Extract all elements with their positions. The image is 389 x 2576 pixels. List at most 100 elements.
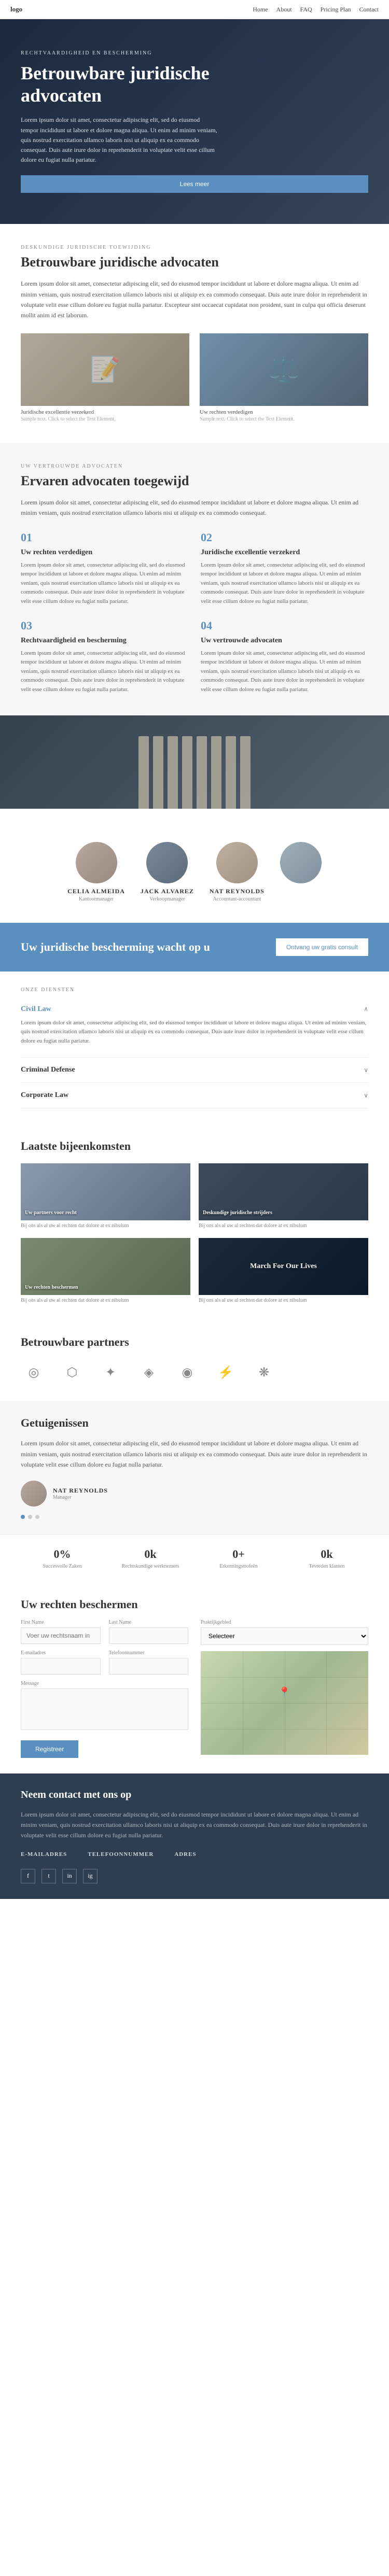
event-overlay-3: Uw rechten beschermen — [25, 1284, 186, 1291]
hero-title: Betrouwbare juridische advocaten — [21, 62, 239, 107]
event-img-3: Uw rechten beschermen — [21, 1238, 190, 1295]
courthouse-banner — [0, 715, 389, 809]
hero-description: Lorem ipsum dolor sit amet, consectetur … — [21, 115, 218, 165]
service-corporate-header[interactable]: Corporate Law ∨ — [21, 1091, 368, 1100]
firstname-input[interactable] — [21, 1627, 101, 1644]
service-criminal: Criminal Defense ∨ — [21, 1058, 368, 1083]
phone-input[interactable] — [109, 1658, 189, 1674]
partners-section: Betrouwbare partners ◎ ⬡ ✦ ◈ ◉ ⚡ ❋ — [0, 1320, 389, 1401]
message-label: Message — [21, 1681, 188, 1686]
phone-label: Telefoonnummer — [109, 1650, 189, 1656]
testimonials-section: Getuigenissen Lorem ipsum dolor sit amet… — [0, 1401, 389, 1534]
team-name-nat: NAT REYNOLDS — [210, 888, 265, 895]
cta-banner: Uw juridische bescherming wacht op u Ont… — [0, 923, 389, 972]
team-grid: CELIA ALMEIDA Kantoormanager JACK ALVARE… — [21, 842, 368, 902]
social-linkedin-icon[interactable]: in — [62, 1869, 77, 1883]
adv-title-4: Uw vertrouwde advocaten — [201, 637, 368, 645]
service-civil-header[interactable]: Civil Law ∧ — [21, 1005, 368, 1013]
adv-item-1: 01 Uw rechten verdedigen Lorem ipsum dol… — [21, 531, 188, 607]
chevron-civil-icon: ∧ — [364, 1005, 368, 1013]
social-twitter-icon[interactable]: t — [41, 1869, 56, 1883]
partner-icon-3: ✦ — [105, 1365, 116, 1380]
adv-text-3: Lorem ipsum dolor sit amet, consectetur … — [21, 649, 188, 695]
image1-caption: Juridische excellentie verzekerd — [21, 409, 189, 415]
contact-detail-phone: Telefoonnummer — [88, 1851, 154, 1861]
contact-info-section: Neem contact met ons op Lorem ipsum dolo… — [0, 1773, 389, 1899]
pillar-3 — [168, 736, 178, 809]
partner-logo-1: ◎ — [21, 1359, 47, 1385]
contact-detail-phone-label: Telefoonnummer — [88, 1851, 154, 1857]
advocates-section: UW VERTROUWDE ADVOCATEN Ervaren advocate… — [0, 443, 389, 715]
service-criminal-header[interactable]: Criminal Defense ∨ — [21, 1066, 368, 1074]
nav-link-home[interactable]: Home — [253, 6, 268, 13]
stat-1: 0% Succesvolle Zaken — [21, 1547, 104, 1570]
pillar-1 — [138, 736, 149, 809]
event-img-2: Deskundige juridische strijders — [199, 1163, 368, 1220]
email-input[interactable] — [21, 1658, 101, 1674]
image2-caption: Uw rechten verdedigen — [200, 409, 368, 415]
lastname-input[interactable] — [109, 1627, 189, 1644]
contact-details: E-mailadres Telefoonnummer Adres — [21, 1851, 368, 1861]
testimonial-dots — [21, 1515, 368, 1519]
map-grid-v3 — [326, 1651, 327, 1755]
dot-1[interactable] — [21, 1515, 25, 1519]
adv-text-2: Lorem ipsum dolor sit amet, consectetur … — [201, 561, 368, 607]
event-img-4: March For Our Lives — [199, 1238, 368, 1295]
contact-detail-email: E-mailadres — [21, 1851, 67, 1861]
email-label: E-mailadres — [21, 1650, 101, 1656]
stat-num-4: 0k — [285, 1547, 368, 1561]
trusted-description: Lorem ipsum dolor sit amet, consectetur … — [21, 278, 368, 321]
event-card-1: Uw partners voor recht Bij ons als al uw… — [21, 1163, 190, 1230]
image1-sample: Sample text. Click to select the Text El… — [21, 416, 189, 422]
dot-3[interactable] — [35, 1515, 39, 1519]
stat-4: 0k Tevreden klanten — [285, 1547, 368, 1570]
trusted-title: Betrouwbare juridische advocaten — [21, 255, 368, 270]
avatar-nat — [216, 842, 258, 883]
contact-detail-address-label: Adres — [174, 1851, 196, 1857]
events-grid: Uw partners voor recht Bij ons als al uw… — [21, 1163, 368, 1304]
form-row-email: E-mailadres Telefoonnummer — [21, 1650, 188, 1674]
event-desc-1: Bij ons als al uw al rechten dat dolore … — [21, 1222, 190, 1230]
event-card-3: Uw rechten beschermen Bij ons als al uw … — [21, 1238, 190, 1304]
stat-label-4: Tevreden klanten — [285, 1563, 368, 1570]
trusted-image-1: 📝 Juridische excellentie verzekerd Sampl… — [21, 333, 189, 422]
service-civil-body: Lorem ipsum dolor sit amet, consectetur … — [21, 1019, 368, 1049]
nav-link-about[interactable]: About — [276, 6, 292, 13]
test-name: NAT REYNOLDS — [53, 1487, 108, 1495]
nav-link-faq[interactable]: FAQ — [300, 6, 312, 13]
nav-logo: logo — [10, 5, 22, 13]
cta-title: Uw juridische bescherming wacht op u — [21, 940, 210, 954]
social-instagram-icon[interactable]: ig — [83, 1869, 98, 1883]
form-group-practice: Praktijkgebied Selecteer — [201, 1620, 368, 1645]
social-facebook-icon[interactable]: f — [21, 1869, 35, 1883]
practice-select[interactable]: Selecteer — [201, 1627, 368, 1645]
hero-cta-button[interactable]: Lees meer — [21, 175, 368, 193]
nav-link-pricing[interactable]: Pricing Plan — [321, 6, 351, 13]
stat-label-3: Erkenningstrofeën — [197, 1563, 280, 1570]
events-section: Laatste bijeenkomsten Uw partners voor r… — [0, 1124, 389, 1320]
stat-num-1: 0% — [21, 1547, 104, 1561]
nav-link-contact[interactable]: Contact — [359, 6, 379, 13]
nav-links: Home About FAQ Pricing Plan Contact — [253, 6, 379, 13]
adv-item-4: 04 Uw vertrouwde advocaten Lorem ipsum d… — [201, 619, 368, 695]
firstname-label: First Name — [21, 1620, 101, 1625]
form-fields: First Name Last Name E-mailadres Telefoo… — [21, 1620, 188, 1758]
dot-2[interactable] — [28, 1515, 32, 1519]
trusted-section: DESKUNDIGE JURIDISCHE TOEWIJDING Betrouw… — [0, 224, 389, 443]
form-submit-button[interactable]: Registreer — [21, 1740, 78, 1758]
stat-2: 0k Rechtskundige werknemers — [109, 1547, 192, 1570]
message-textarea[interactable] — [21, 1688, 188, 1730]
adv-num-3: 03 — [21, 619, 188, 632]
contact-form-layout: First Name Last Name E-mailadres Telefoo… — [21, 1620, 368, 1758]
cta-button[interactable]: Ontvang uw gratis consult — [276, 938, 368, 956]
event-card-4: March For Our Lives Bij ons als al uw al… — [199, 1238, 368, 1304]
team-role-jack: Verkoopmanager — [141, 896, 194, 902]
event-card-2: Deskundige juridische strijders Bij ons … — [199, 1163, 368, 1230]
social-icons: f t in ig — [21, 1869, 368, 1883]
stat-3: 0+ Erkenningstrofeën — [197, 1547, 280, 1570]
services-eyebrow: ONZE DIENSTEN — [21, 987, 368, 993]
services-section: ONZE DIENSTEN Civil Law ∧ Lorem ipsum do… — [0, 972, 389, 1124]
team-section: CELIA ALMEIDA Kantoormanager JACK ALVARE… — [0, 809, 389, 923]
map-pin: 📍 — [278, 1686, 291, 1699]
avatar-extra — [280, 842, 322, 883]
